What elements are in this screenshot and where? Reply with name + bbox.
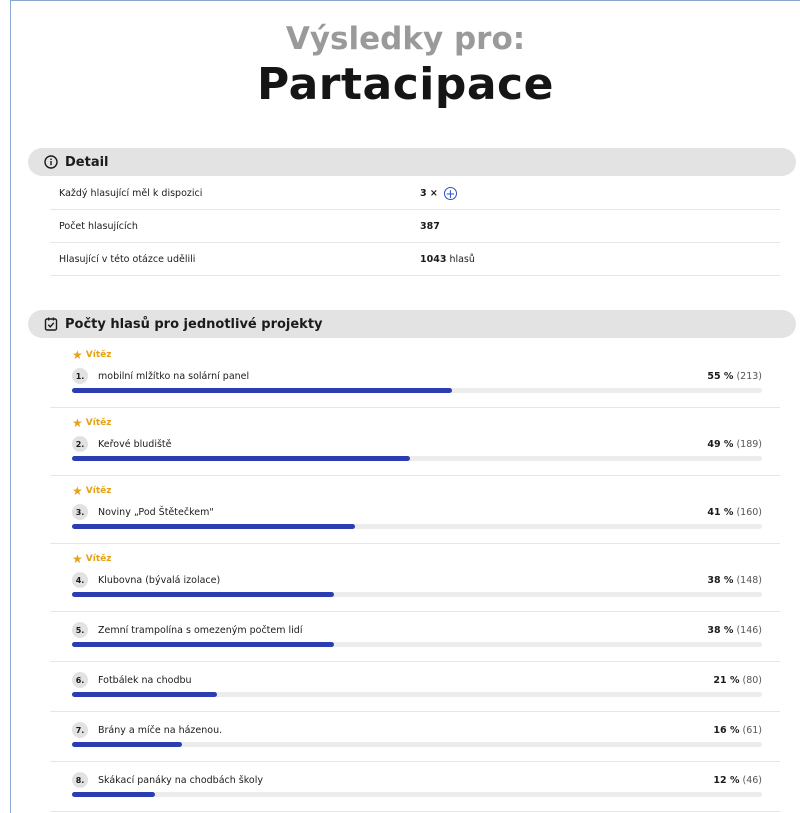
project-row: ★ Vítěz 3. Noviny „Pod Štětečkem" 41 % (160) xyxy=(50,476,780,544)
winner-badge: ★ Vítěz xyxy=(72,552,111,566)
detail-heading: Detail xyxy=(65,154,109,170)
project-percent: 12 % (46) xyxy=(713,774,762,786)
detail-value: 3 × + xyxy=(420,186,457,201)
project-row: 5. Zemní trampolína s omezeným počtem lid… xyxy=(50,612,780,662)
detail-value: 387 xyxy=(420,221,443,232)
page-subtitle: Výsledky pro: xyxy=(285,21,526,57)
project-name: Noviny „Pod Štětečkem" xyxy=(98,506,214,518)
project-name: Skákací panáky na chodbách školy xyxy=(98,774,263,786)
project-rank: 4. xyxy=(72,572,88,588)
winner-badge: ★ Vítěz xyxy=(72,348,111,362)
project-line: 4. Klubovna (bývalá izolace) 38 % (148) xyxy=(72,572,762,588)
project-rank: 8. xyxy=(72,772,88,788)
project-rank: 7. xyxy=(72,722,88,738)
project-line: 3. Noviny „Pod Štětečkem" 41 % (160) xyxy=(72,504,762,520)
project-line: 1. mobilní mlžítko na solární panel 55 % (… xyxy=(72,368,762,384)
winner-badge: ★ Vítěz xyxy=(72,416,111,430)
star-icon: ★ xyxy=(72,416,83,430)
progress-track xyxy=(72,524,762,529)
progress-fill xyxy=(72,388,452,393)
progress-fill xyxy=(72,592,335,597)
star-icon: ★ xyxy=(72,484,83,498)
progress-track xyxy=(72,592,762,597)
winner-label: Vítěz xyxy=(85,418,112,428)
progress-track xyxy=(72,792,762,797)
detail-row-vote-count: Každý hlasující měl k dispozici 3 × + xyxy=(50,177,780,210)
project-percent: 49 % (189) xyxy=(707,438,762,450)
progress-track xyxy=(72,742,762,747)
project-rank: 5. xyxy=(72,622,88,638)
project-rank: 2. xyxy=(72,436,88,452)
project-name: Keřové bludiště xyxy=(98,438,172,450)
project-line: 2. Keřové bludiště 49 % (189) xyxy=(72,436,762,452)
project-row: ★ Vítěz 2. Keřové bludiště 49 % (189) xyxy=(50,408,780,476)
detail-row-total-votes: Hlasující v této otázce udělili 1043 hla… xyxy=(50,243,780,276)
progress-track xyxy=(72,456,762,461)
project-percent: 16 % (61) xyxy=(713,724,762,736)
project-rank: 6. xyxy=(72,672,88,688)
progress-track xyxy=(72,388,762,393)
project-line: 8. Skákací panáky na chodbách školy 12 % (… xyxy=(72,772,762,788)
winner-label: Vítěz xyxy=(85,486,112,496)
winner-label: Vítěz xyxy=(85,554,112,564)
project-percent: 55 % (213) xyxy=(707,370,762,382)
project-rank: 1. xyxy=(72,368,88,384)
project-rank: 3. xyxy=(72,504,88,520)
project-name: Zemní trampolína s omezeným počtem lidí xyxy=(98,624,303,636)
plus-circle-icon: + xyxy=(443,186,457,201)
voters-count-value: 387 xyxy=(420,220,440,232)
detail-label: Každý hlasující měl k dispozici xyxy=(59,187,203,199)
detail-row-voters: Počet hlasujících 387 xyxy=(50,210,780,243)
total-votes-suffix: hlasů xyxy=(449,253,475,265)
project-name: mobilní mlžítko na solární panel xyxy=(98,370,250,382)
project-row: 6. Fotbálek na chodbu 21 % (80) xyxy=(50,662,780,712)
project-name: Klubovna (bývalá izolace) xyxy=(98,574,221,586)
checkbox-icon xyxy=(44,317,58,331)
detail-section-header: Detail xyxy=(28,148,796,176)
winner-badge: ★ Vítěz xyxy=(72,484,111,498)
project-row: ★ Vítěz 4. Klubovna (bývalá izolace) 38 % (1… xyxy=(50,544,780,612)
project-line: 7. Brány a míče na házenou. 16 % (61) xyxy=(72,722,762,738)
project-name: Fotbálek na chodbu xyxy=(98,674,192,686)
project-percent: 38 % (148) xyxy=(707,574,762,586)
project-row: ★ Vítěz 1. mobilní mlžítko na solární panel… xyxy=(50,340,780,408)
progress-fill xyxy=(72,742,183,747)
page-header: Výsledky pro: Partacipace xyxy=(11,1,800,111)
project-line: 5. Zemní trampolína s omezeným počtem lid… xyxy=(72,622,762,638)
star-icon: ★ xyxy=(72,348,83,362)
total-votes-value: 1043 xyxy=(420,253,447,265)
project-name: Brány a míče na házenou. xyxy=(98,724,223,736)
progress-fill xyxy=(72,692,217,697)
projects-heading: Počty hlasů pro jednotlivé projekty xyxy=(65,316,323,332)
progress-fill xyxy=(72,642,335,647)
progress-fill xyxy=(72,456,411,461)
project-percent: 21 % (80) xyxy=(713,674,762,686)
progress-fill xyxy=(72,524,355,529)
progress-track xyxy=(72,642,762,647)
detail-label: Počet hlasujících xyxy=(59,220,138,232)
page-title: Partacipace xyxy=(257,59,554,110)
votes-per-voter-value: 3 × xyxy=(420,187,438,199)
project-line: 6. Fotbálek na chodbu 21 % (80) xyxy=(72,672,762,688)
projects-section-header: Počty hlasů pro jednotlivé projekty xyxy=(28,310,796,338)
project-row: 8. Skákací panáky na chodbách školy 12 % (… xyxy=(50,762,780,812)
progress-track xyxy=(72,692,762,697)
star-icon: ★ xyxy=(72,552,83,566)
project-percent: 41 % (160) xyxy=(707,506,762,518)
winner-label: Vítěz xyxy=(85,350,112,360)
info-circle-icon xyxy=(44,155,58,169)
detail-label: Hlasující v této otázce udělili xyxy=(59,253,196,265)
project-percent: 38 % (146) xyxy=(707,624,762,636)
progress-fill xyxy=(72,792,155,797)
detail-value: 1043 hlasů xyxy=(420,254,475,265)
project-row: 7. Brány a míče na házenou. 16 % (61) xyxy=(50,712,780,762)
